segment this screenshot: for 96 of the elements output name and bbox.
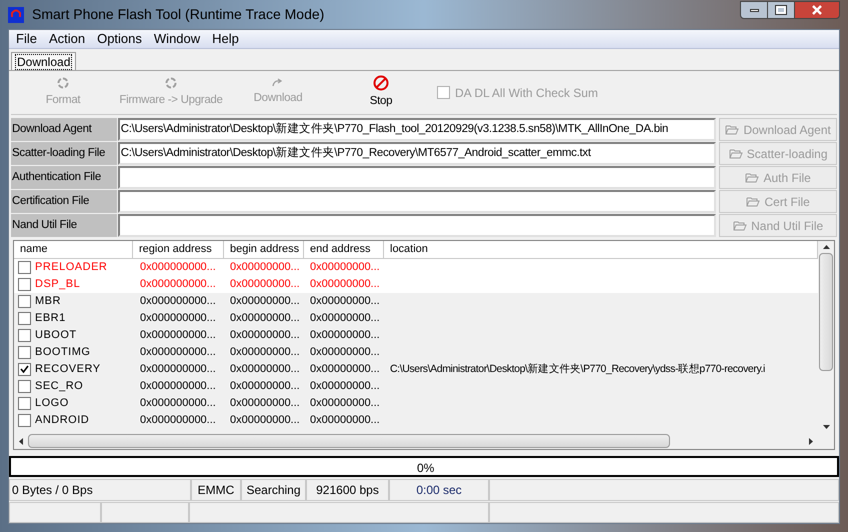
column-header[interactable]: end address [304,241,384,258]
refresh-icon [56,76,70,90]
table-cell-text: 0x000000000... [139,413,217,428]
window-title: Smart Phone Flash Tool (Runtime Trace Mode) [32,5,326,24]
refresh-icon [164,76,178,90]
minimize-button[interactable] [740,1,768,19]
menu-item[interactable]: Window [148,30,206,49]
table-cell-text: 0x000000000... [139,362,217,378]
checkbox[interactable] [18,346,31,359]
progress-label: 0% [417,460,434,477]
column-header[interactable]: name [14,241,133,258]
close-button[interactable] [794,1,840,19]
table-cell-text: 0x00000000... [229,260,301,276]
table-cell-text: 0x000000000... [139,328,217,344]
table-cell-text: 0x000000000... [139,396,217,412]
column-header[interactable]: region address [133,241,224,258]
partition-name: UBOOT [35,328,77,344]
maximize-button[interactable] [768,1,794,19]
checkbox[interactable] [18,261,31,274]
folder-icon [745,172,760,182]
table-cell-text: 0x00000000... [309,328,381,344]
checkbox[interactable] [18,278,31,291]
partition-name: EBR1 [35,311,66,326]
partition-name: BOOTIMG [35,345,90,360]
table-cell-text: 0x00000000... [229,379,301,394]
table-cell-text: 0x00000000... [229,413,301,428]
folder-icon [728,148,743,158]
field-label: Certification File [11,190,117,213]
table-cell-text: 0x00000000... [309,413,381,428]
partition-name: RECOVERY [35,362,101,378]
table-cell-text: 0x00000000... [229,294,301,310]
folder-icon [725,124,740,134]
partition-name: PRELOADER [35,260,108,276]
table-cell-text: 0x000000000... [139,277,217,292]
tab[interactable]: Download [11,52,76,70]
checkbox[interactable] [18,380,31,393]
field-label: Nand Util File [11,214,117,237]
checkbox[interactable] [18,397,31,410]
partition-name: DSP_BL [35,277,80,292]
field-label: Download Agent [11,118,117,141]
table-cell-text: 0x00000000... [229,396,301,412]
scroll-left-arrow-icon[interactable] [19,438,23,444]
table-cell-text: 0x00000000... [309,260,381,276]
scroll-right-arrow-icon[interactable] [809,438,813,444]
table-cell-text: C:\Users\Administrator\Desktop\新建文件夹\P770_Recovery\ydss-联想p770-recovery.i [389,362,765,377]
table-cell-text: 0x00000000... [309,311,381,326]
status-panel: EMMC [191,479,241,501]
checkbox[interactable] [18,295,31,308]
table-cell-text: 0x000000000... [139,379,217,394]
table-cell-text: 0x00000000... [309,362,381,378]
checksum-label: DA DL All With Check Sum [455,84,598,102]
partition-name: MBR [35,294,61,310]
partition-name: SEC_RO [35,379,84,394]
field-label: Authentication File [11,166,117,189]
checkbox[interactable] [18,414,31,427]
table-cell-text: 0x00000000... [229,345,301,360]
checkbox[interactable] [18,363,31,376]
table-cell-text: 0x00000000... [229,328,301,344]
column-header[interactable]: begin address [224,241,304,258]
menu-item[interactable]: Action [44,30,90,49]
stop-icon [373,74,389,91]
close-icon [811,5,823,15]
status-panel: 0 Bytes / 0 Bps [9,479,191,501]
table-cell-text: 0x000000000... [139,311,217,326]
menu-item[interactable]: Help [207,30,244,49]
table-cell-text: 0x00000000... [309,396,381,412]
checkbox[interactable] [18,312,31,325]
table-cell-text: 0x00000000... [229,311,301,326]
status-panel: Searching [241,479,306,501]
table-cell-text: 0x00000000... [309,379,381,394]
scroll-down-arrow-icon[interactable] [822,425,830,429]
partition-name: LOGO [35,396,69,412]
status-panel: 0:00 sec [389,479,489,501]
path-field[interactable] [118,190,716,213]
menu-item[interactable]: Options [92,30,147,49]
table-cell-text: 0x000000000... [139,260,217,276]
redo-arrow-icon [271,78,285,88]
path-field[interactable] [118,214,716,237]
table-cell-text: 0x00000000... [229,362,301,378]
field-label: Scatter-loading File [11,142,117,165]
table-cell-text: 0x000000000... [139,345,217,360]
table-cell-text: 0x00000000... [309,277,381,292]
table-cell-text: 0x00000000... [309,294,381,310]
folder-icon [746,196,760,206]
folder-icon [733,220,748,230]
partition-name: ANDROID [35,413,90,428]
menu-item[interactable]: File [11,30,42,49]
scroll-up-arrow-icon[interactable] [822,245,830,249]
checkbox[interactable] [18,329,31,342]
path-field[interactable] [118,166,716,189]
status-panel: 921600 bps [306,479,389,501]
toolbar-button[interactable]: Stop [329,72,433,112]
app-logo-icon [8,6,24,22]
table-cell-text: 0x00000000... [229,277,301,292]
table-cell-text: 0x000000000... [139,294,217,310]
table-cell-text: 0x00000000... [309,345,381,360]
